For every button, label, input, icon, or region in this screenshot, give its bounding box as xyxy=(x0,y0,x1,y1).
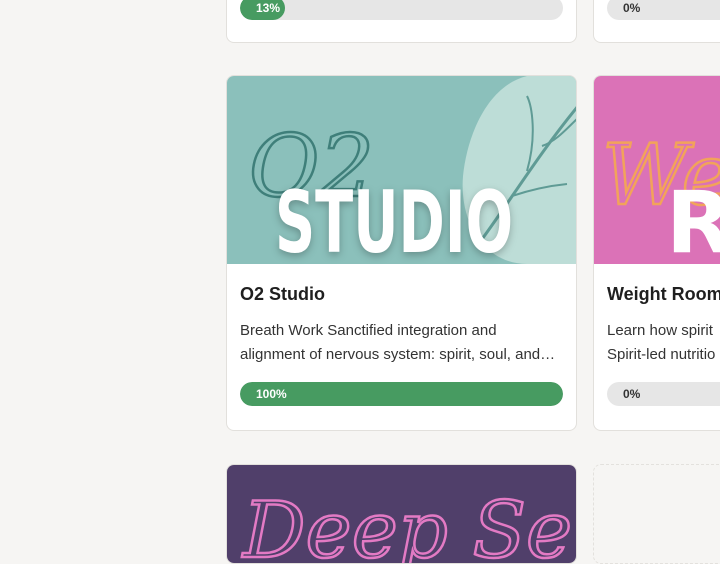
progress-bar: 0% xyxy=(607,382,720,406)
deep-serve-thumbnail-image: Deep Serve xyxy=(227,465,577,564)
course-card-deep-serve[interactable]: Deep Serve xyxy=(226,464,577,564)
course-description: Learn how spirit Spirit-led nutritio xyxy=(607,319,720,367)
progress-bar: 100% xyxy=(240,382,563,406)
progress-label: 0% xyxy=(623,387,641,401)
progress-bar: 0% xyxy=(607,0,720,20)
course-description-line: Spirit-led nutritio xyxy=(607,346,716,363)
course-title[interactable]: O2 Studio xyxy=(240,284,325,305)
course-card-o2-studio[interactable]: O2 STUDIO O2 Studio Breath Work Sanctifi… xyxy=(226,75,577,431)
weight-room-thumbnail-image: Wei RO xyxy=(594,76,720,273)
progress-label: 0% xyxy=(623,1,641,15)
o2-studio-thumbnail-image: O2 STUDIO xyxy=(227,76,576,273)
course-description-line: Learn how spirit xyxy=(607,322,713,339)
course-description: Breath Work Sanctified integration and a… xyxy=(240,322,541,363)
progress-fill xyxy=(240,382,563,406)
course-thumbnail[interactable]: Wei RO xyxy=(594,76,720,273)
course-thumbnail[interactable]: O2 STUDIO xyxy=(227,76,576,273)
thumb-title-text: STUDIO xyxy=(275,173,513,264)
course-card-placeholder xyxy=(593,464,720,564)
thumb-script-text: Deep Serve xyxy=(241,486,577,564)
progress-label: 13% xyxy=(256,1,281,15)
course-card[interactable]: 13% xyxy=(226,0,577,43)
thumb-title-text: RO xyxy=(666,173,720,264)
course-card[interactable]: 0% xyxy=(593,0,720,43)
progress-bar: 13% xyxy=(240,0,563,20)
course-title[interactable]: Weight Room xyxy=(607,284,720,305)
progress-label: 100% xyxy=(256,387,287,401)
course-card-weight-room[interactable]: Wei RO Weight Room Learn how spirit Spir… xyxy=(593,75,720,431)
